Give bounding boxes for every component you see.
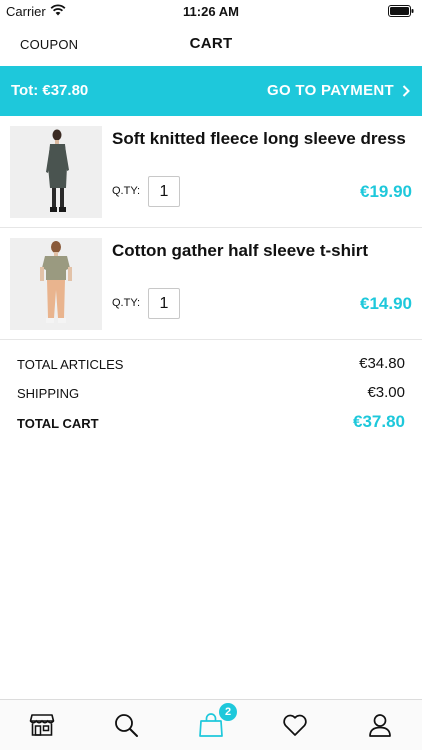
item-name: Soft knitted fleece long sleeve dress [112,129,406,148]
tab-wishlist[interactable] [253,700,337,750]
item-price: €14.90 [360,294,412,313]
shipping-label: SHIPPING [17,386,80,401]
page-title: CART [189,35,233,52]
go-to-payment-label: GO TO PAYMENT [267,82,394,99]
total-label: Tot: €37.80 [11,82,89,99]
battery-icon [388,5,414,17]
tab-search[interactable] [84,700,168,750]
summary-row-shipping: SHIPPING €3.00 [17,384,405,404]
qty-label: Q.TY: [112,185,141,197]
status-bar: Carrier 11:26 AM [0,0,422,22]
dress-photo-illustration [10,126,102,218]
tab-store[interactable] [0,700,84,750]
item-price: €19.90 [360,182,412,201]
total-bar: Tot: €37.80 GO TO PAYMENT [0,66,422,116]
store-icon [29,714,55,736]
summary-row-total: TOTAL CART €37.80 [17,412,405,434]
total-cart-value: €37.80 [353,412,405,431]
total-articles-value: €34.80 [359,355,405,372]
summary-row-articles: TOTAL ARTICLES €34.80 [17,355,405,375]
search-icon [115,714,138,737]
cart-count-badge: 2 [219,703,237,721]
shipping-value: €3.00 [367,384,405,401]
total-articles-label: TOTAL ARTICLES [17,357,124,372]
heart-icon [283,714,307,736]
tab-cart[interactable]: 2 [169,700,253,750]
go-to-payment-button[interactable]: GO TO PAYMENT [267,82,410,99]
chevron-right-icon [402,84,410,97]
tab-account[interactable] [338,700,422,750]
product-image-dress[interactable] [10,126,102,218]
total-cart-label: TOTAL CART [17,416,99,431]
user-icon [369,714,391,737]
status-time: 11:26 AM [183,4,239,19]
quantity-input[interactable]: 1 [148,288,180,319]
qty-label: Q.TY: [112,297,141,309]
cart-item: Cotton gather half sleeve t-shirt Q.TY: … [0,228,422,340]
tshirt-photo-illustration [10,238,102,330]
item-name: Cotton gather half sleeve t-shirt [112,241,368,260]
tab-bar: 2 [0,699,422,750]
nav-bar: COUPON CART [0,22,422,66]
cart-item: Soft knitted fleece long sleeve dress Q.… [0,116,422,228]
product-image-tshirt[interactable] [10,238,102,330]
quantity-input[interactable]: 1 [148,176,180,207]
